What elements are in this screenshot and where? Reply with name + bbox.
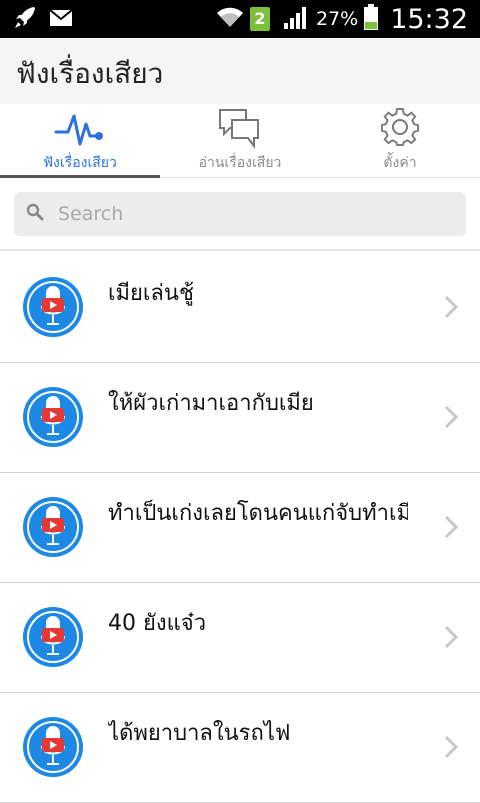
chevron-right-icon <box>444 405 459 433</box>
gear-icon <box>380 108 420 152</box>
search-icon <box>26 203 44 225</box>
mic-youtube-icon <box>22 496 84 558</box>
tab-read[interactable]: อ่านเรื่องเสียว <box>160 104 320 177</box>
chevron-right-icon <box>444 515 459 543</box>
mic-youtube-icon <box>22 606 84 668</box>
list-item[interactable]: เมียเล่นชู้ <box>0 253 480 363</box>
wifi-icon <box>216 5 244 33</box>
page-title: ฟังเรื่องเสียว <box>16 57 164 90</box>
clock: 15:32 <box>390 3 468 35</box>
tab-listen[interactable]: ฟังเรื่องเสียว <box>0 104 160 178</box>
story-list: เมียเล่นชู้ ให้ผัวเก่ามาเอากับเมีย ทำเป็… <box>0 253 480 803</box>
tab-label: อ่านเรื่องเสียว <box>198 155 282 171</box>
item-title: เมียเล่นชู้ <box>108 281 194 306</box>
app-header: ฟังเรื่องเสียว <box>0 38 480 104</box>
battery-icon <box>364 4 379 34</box>
tab-label: ฟังเรื่องเสียว <box>43 155 117 171</box>
tab-label: ตั้งค่า <box>383 155 417 171</box>
list-item[interactable]: ให้ผัวเก่ามาเอากับเมีย <box>0 363 480 473</box>
mic-youtube-icon <box>22 716 84 778</box>
search-input[interactable] <box>58 203 438 225</box>
search-box[interactable] <box>14 192 466 236</box>
list-item[interactable]: ทำเป็นเก่งเลยโดนคนแก่จับทำเมี <box>0 473 480 583</box>
tab-bar: ฟังเรื่องเสียว อ่านเรื่องเสียว ตั้งค่า <box>0 104 480 178</box>
chevron-right-icon <box>444 625 459 653</box>
item-title: ได้พยาบาลในรถไฟ <box>108 721 291 746</box>
list-item[interactable]: 40 ยังแจ๋ว <box>0 583 480 693</box>
search-bar <box>0 179 480 251</box>
signal-icon <box>283 5 310 33</box>
item-title: ให้ผัวเก่ามาเอากับเมีย <box>108 391 314 416</box>
pulse-icon <box>54 108 106 152</box>
chevron-right-icon <box>444 735 459 763</box>
item-title: 40 ยังแจ๋ว <box>108 611 207 636</box>
item-title: ทำเป็นเก่งเลยโดนคนแก่จับทำเมี <box>108 501 408 526</box>
chevron-right-icon <box>444 295 459 323</box>
status-bar: 2 27% 15:32 <box>0 0 480 38</box>
rocket-icon <box>14 6 36 34</box>
tab-settings[interactable]: ตั้งค่า <box>320 104 480 177</box>
chat-bubbles-icon <box>218 108 262 154</box>
battery-percent: 27% <box>315 8 359 30</box>
mic-youtube-icon <box>22 276 84 338</box>
sim-badge: 2 <box>249 7 270 31</box>
list-item[interactable]: ได้พยาบาลในรถไฟ <box>0 693 480 803</box>
mail-icon <box>49 9 73 30</box>
mic-youtube-icon <box>22 386 84 448</box>
